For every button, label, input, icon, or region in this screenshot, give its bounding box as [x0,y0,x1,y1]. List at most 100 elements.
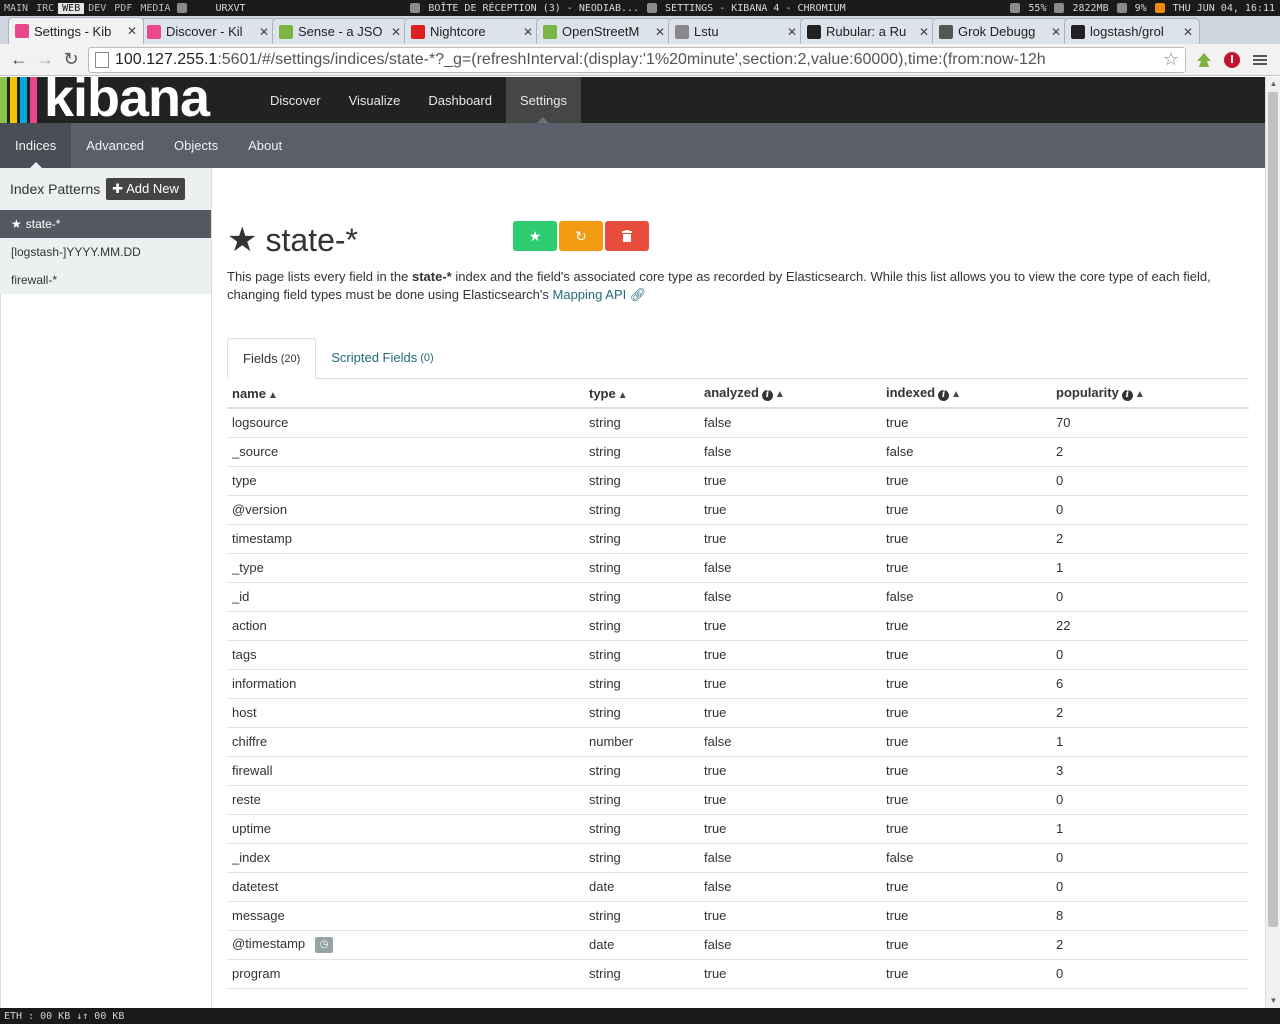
cell-type: string [584,901,699,931]
browser-tab[interactable]: OpenStreetM ✕ [536,18,672,44]
address-bar[interactable]: 100.127.255.1:5601/#/settings/indices/st… [88,46,1186,73]
cell-analyzed: true [699,466,881,496]
close-tab-icon[interactable]: ✕ [259,25,269,39]
cell-popularity: 2 [1051,930,1249,960]
window-title: SETTINGS - KIBANA 4 - CHROMIUM [665,2,846,14]
scroll-down-arrow[interactable]: ▼ [1266,994,1280,1008]
browser-tab[interactable]: Grok Debugg ✕ [932,18,1068,44]
volume-level[interactable]: 55% [1023,3,1051,14]
cell-type: string [584,640,699,670]
index-pattern-item[interactable]: ★ state-* [0,210,211,238]
index-pattern-item[interactable]: [logstash-]YYYY.MM.DD [0,238,211,266]
nav-discover[interactable]: Discover [256,77,335,123]
cell-popularity: 0 [1051,640,1249,670]
browser-tab[interactable]: Sense - a JSO ✕ [272,18,408,44]
close-tab-icon[interactable]: ✕ [919,25,929,39]
reload-button[interactable]: ↻ [58,47,84,73]
workspace-media[interactable]: MEDIA [136,3,174,14]
sort-icon: ▲︎ [1134,389,1145,400]
set-default-button[interactable]: ★ [513,221,557,251]
tab-fields[interactable]: Fields (20) [227,338,317,379]
col-type-header[interactable]: type ▲︎ [584,379,699,409]
bookmark-star-icon[interactable]: ☆ [1163,49,1179,70]
mail-status[interactable]: BOÎTE DE RÉCEPTION (3) - NEODIAB... [423,3,644,14]
info-icon[interactable]: i [938,390,950,401]
settings-subnav: Indices Advanced Objects About [0,123,1265,168]
table-row: tags string true true 0 [227,640,1249,670]
col-name-header[interactable]: name ▲︎ [227,379,584,409]
subnav-indices[interactable]: Indices [0,123,72,168]
fields-table: name ▲︎ type ▲︎ analyzed i ▲︎ indexed i ▲︎ pop… [227,379,1249,989]
kibana-logo[interactable]: kibana [0,77,256,123]
close-tab-icon[interactable]: ✕ [787,25,797,39]
info-icon[interactable]: i [1121,390,1133,401]
menu-icon[interactable] [1246,47,1274,73]
close-tab-icon[interactable]: ✕ [1051,25,1061,39]
browser-tab[interactable]: Rubular: a Ru ✕ [800,18,936,44]
index-pattern-item[interactable]: firewall-* [0,266,211,294]
cell-analyzed: true [699,669,881,699]
workspace-web[interactable]: WEB [58,2,85,14]
cell-popularity: 3 [1051,756,1249,786]
cell-analyzed: true [699,901,881,931]
browser-tab[interactable]: Nightcore ✕ [404,18,540,44]
cell-name: _index [227,843,584,873]
close-tab-icon[interactable]: ✕ [1183,25,1193,39]
cell-analyzed: false [699,408,881,438]
nav-settings[interactable]: Settings [505,77,581,123]
delete-index-button[interactable] [605,221,649,251]
browser-tab[interactable]: Lstu ✕ [668,18,804,44]
cell-indexed: true [881,524,1051,554]
browser-tab[interactable]: Settings - Kib ✕ [8,17,144,44]
page-scrollbar[interactable]: ▲ ▼ [1265,77,1280,1008]
clock: THU JUN 04, 16:11 [1172,2,1275,14]
browser-tab[interactable]: Discover - Kil ✕ [140,18,276,44]
terminal-label[interactable]: URXVT [210,3,250,14]
info-icon[interactable]: i [761,390,773,401]
add-new-button[interactable]: ✚ Add New [106,178,185,200]
subnav-advanced[interactable]: Advanced [71,123,159,168]
star-icon: ★ [528,227,542,244]
cell-analyzed: true [699,814,881,844]
cell-indexed: true [881,408,1051,438]
cell-name: uptime [227,814,584,844]
adblock-icon[interactable] [1218,47,1246,73]
col-popularity-header[interactable]: popularity i ▲︎ [1051,379,1249,409]
cell-analyzed: true [699,959,881,989]
browser-tab[interactable]: logstash/grol ✕ [1064,18,1200,44]
back-button[interactable]: ← [6,47,32,73]
close-tab-icon[interactable]: ✕ [391,25,401,39]
subnav-objects[interactable]: Objects [159,123,233,168]
workspace-pdf[interactable]: PDF [110,3,136,14]
scrollbar-thumb[interactable] [1268,92,1278,927]
cell-name: chiffre [227,727,584,757]
cell-name: action [227,611,584,641]
subnav-about[interactable]: About [233,123,297,168]
cell-type: string [584,669,699,699]
table-row: _source string false false 2 [227,437,1249,467]
nav-visualize[interactable]: Visualize [335,77,415,123]
sort-icon: ▲︎ [267,389,278,401]
table-row: information string true true 6 [227,669,1249,699]
cell-indexed: true [881,698,1051,728]
cell-indexed: true [881,756,1051,786]
close-tab-icon[interactable]: ✕ [127,24,137,38]
extension-icon[interactable] [1190,47,1218,73]
col-analyzed-header[interactable]: analyzed i ▲︎ [699,379,881,409]
tab-favicon-icon [411,24,425,39]
nav-dashboard[interactable]: Dashboard [414,77,506,123]
col-indexed-header[interactable]: indexed i ▲︎ [881,379,1051,409]
tab-scripted-fields[interactable]: Scripted Fields (0) [316,337,448,378]
refresh-fields-button[interactable]: ↻ [559,221,603,251]
workspace-irc[interactable]: IRC [32,3,58,14]
workspace-dev[interactable]: DEV [84,3,110,14]
table-header-row: name ▲︎ type ▲︎ analyzed i ▲︎ indexed i ▲︎ pop… [227,379,1249,409]
workspace-main[interactable]: MAIN [0,3,32,14]
close-tab-icon[interactable]: ✕ [523,25,533,39]
table-row: _index string false false 0 [227,843,1249,873]
mapping-api-link[interactable]: Mapping API 🔗︎ [553,287,647,302]
index-patterns-sidebar: Index Patterns ✚ Add New ★ state-* [logst… [0,168,212,1009]
close-tab-icon[interactable]: ✕ [655,25,665,39]
scroll-up-arrow[interactable]: ▲ [1266,77,1280,91]
forward-button[interactable]: → [32,47,58,73]
